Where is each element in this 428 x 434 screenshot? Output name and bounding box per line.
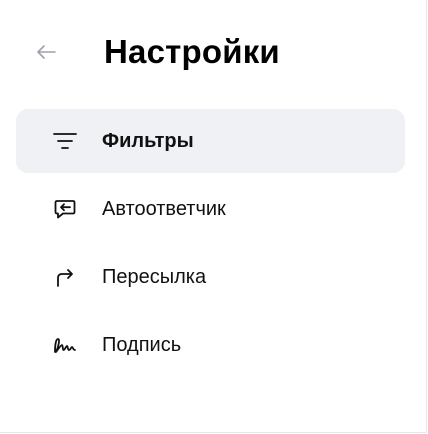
page-title: Настройки xyxy=(104,33,280,70)
settings-header: Настройки xyxy=(30,24,280,80)
menu-item-label: Пересылка xyxy=(102,265,207,288)
menu-item-auto-reply[interactable]: Автоответчик xyxy=(16,177,405,241)
signature-icon xyxy=(50,330,80,360)
back-button[interactable] xyxy=(30,36,62,68)
filter-lines-icon xyxy=(50,126,80,156)
menu-item-signature[interactable]: Подпись xyxy=(16,313,405,377)
menu-item-filters[interactable]: Фильтры xyxy=(16,109,405,173)
settings-panel: Настройки Фильтры Автоответчик Пересылка… xyxy=(0,0,427,433)
menu-item-forwarding[interactable]: Пересылка xyxy=(16,245,405,309)
menu-item-label: Подпись xyxy=(102,333,182,356)
forward-arrow-icon xyxy=(50,262,80,292)
arrow-left-icon xyxy=(37,45,56,59)
settings-menu: Фильтры Автоответчик Пересылка Подпись xyxy=(16,109,405,381)
menu-item-label: Автоответчик xyxy=(102,197,226,220)
auto-reply-icon xyxy=(50,194,80,224)
menu-item-label: Фильтры xyxy=(102,129,194,152)
